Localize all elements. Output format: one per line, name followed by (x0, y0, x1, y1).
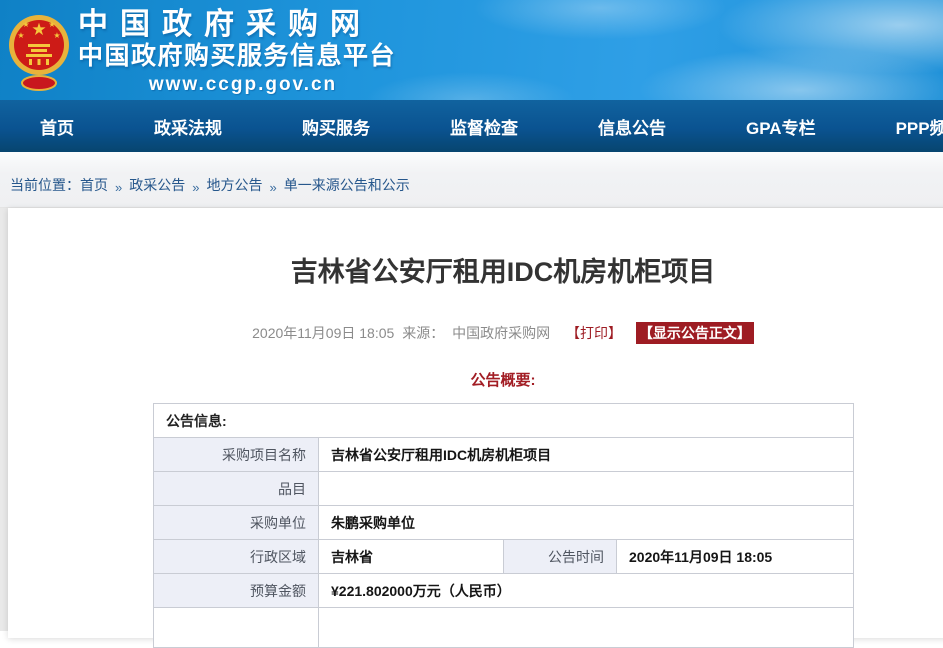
svg-text:★: ★ (22, 20, 29, 29)
nav-item-home[interactable]: 首页 (40, 114, 74, 139)
table-row: 公告信息: (154, 404, 854, 438)
svg-text:★: ★ (53, 31, 60, 40)
site-banner: ★ ★ ★ ★ ★ 中国政府采购网 中国政府购买服务信息平台 www.ccgp.… (0, 0, 943, 100)
budget-value: ¥221.802000万元（人民币） (319, 574, 854, 608)
nav-item-ppp[interactable]: PPP频道 (896, 114, 943, 139)
nav-item-gpa[interactable]: GPA专栏 (746, 114, 816, 139)
project-name-label: 采购项目名称 (154, 438, 319, 472)
breadcrumb-link-local-notices[interactable]: 地方公告 (206, 175, 262, 195)
breadcrumb-link-procurement-notices[interactable]: 政采公告 (129, 175, 185, 195)
table-row: 预算金额 ¥221.802000万元（人民币） (154, 574, 854, 608)
publish-datetime: 2020年11月09日 18:05 (252, 325, 394, 341)
announce-time-value: 2020年11月09日 18:05 (617, 540, 854, 574)
source-name: 中国政府采购网 (452, 325, 550, 341)
breadcrumb-separator-icon: » (115, 180, 122, 195)
announce-time-label: 公告时间 (504, 540, 617, 574)
nav-item-announcements[interactable]: 信息公告 (598, 114, 666, 139)
summary-heading: 公告概要: (8, 371, 943, 391)
svg-text:★: ★ (31, 20, 46, 40)
source-label: 来源： (402, 325, 444, 341)
svg-text:★: ★ (17, 31, 24, 40)
home-banner-link[interactable]: ★ ★ ★ ★ ★ 中国政府采购网 中国政府购买服务信息平台 www.ccgp.… (8, 8, 408, 97)
category-value (319, 472, 854, 506)
table-row: 品目 (154, 472, 854, 506)
purchaser-label: 采购单位 (154, 506, 319, 540)
breadcrumb-separator-icon: » (192, 180, 199, 195)
category-label: 品目 (154, 472, 319, 506)
region-value: 吉林省 (319, 540, 504, 574)
table-row: 采购项目名称 吉林省公安厅租用IDC机房机柜项目 (154, 438, 854, 472)
page-title: 吉林省公安厅租用IDC机房机柜项目 (8, 208, 943, 295)
budget-label: 预算金额 (154, 574, 319, 608)
region-label: 行政区域 (154, 540, 319, 574)
site-subtitle: 中国政府购买服务信息平台 (78, 42, 408, 71)
article-card: 吉林省公安厅租用IDC机房机柜项目 2020年11月09日 18:05 来源： … (8, 208, 943, 638)
national-emblem-icon: ★ ★ ★ ★ ★ (8, 8, 70, 92)
nav-item-purchase-services[interactable]: 购买服务 (302, 114, 370, 139)
table-row: 行政区域 吉林省 公告时间 2020年11月09日 18:05 (154, 540, 854, 574)
nav-item-supervision[interactable]: 监督检查 (450, 114, 518, 139)
show-full-text-button[interactable]: 【显示公告正文】 (636, 322, 754, 344)
site-url: www.ccgp.gov.cn (78, 73, 408, 97)
purchaser-value: 朱鹏采购单位 (319, 506, 854, 540)
table-row: 采购单位 朱鹏采购单位 (154, 506, 854, 540)
main-navigation: 首页 政采法规 购买服务 监督检查 信息公告 GPA专栏 PPP频道 (0, 100, 943, 152)
article-meta: 2020年11月09日 18:05 来源： 中国政府采购网 【打印】 【显示公告… (8, 322, 943, 344)
print-button[interactable]: 【打印】 (566, 325, 622, 341)
table-row (154, 608, 854, 648)
breadcrumb-link-single-source[interactable]: 单一来源公告和公示 (284, 175, 410, 195)
table-section-header: 公告信息: (154, 404, 854, 438)
project-name-value: 吉林省公安厅租用IDC机房机柜项目 (319, 438, 854, 472)
announcement-info-table: 公告信息: 采购项目名称 吉林省公安厅租用IDC机房机柜项目 品目 采购单位 朱… (153, 403, 854, 648)
breadcrumb-link-home[interactable]: 首页 (80, 175, 108, 195)
nav-item-regulations[interactable]: 政采法规 (154, 114, 222, 139)
svg-text:★: ★ (48, 20, 55, 29)
breadcrumb-separator-icon: » (269, 180, 276, 195)
breadcrumb: 当前位置： 首页 » 政采公告 » 地方公告 » 单一来源公告和公示 (0, 152, 943, 208)
site-title: 中国政府采购网 (78, 8, 408, 42)
breadcrumb-prefix: 当前位置： (10, 175, 80, 195)
